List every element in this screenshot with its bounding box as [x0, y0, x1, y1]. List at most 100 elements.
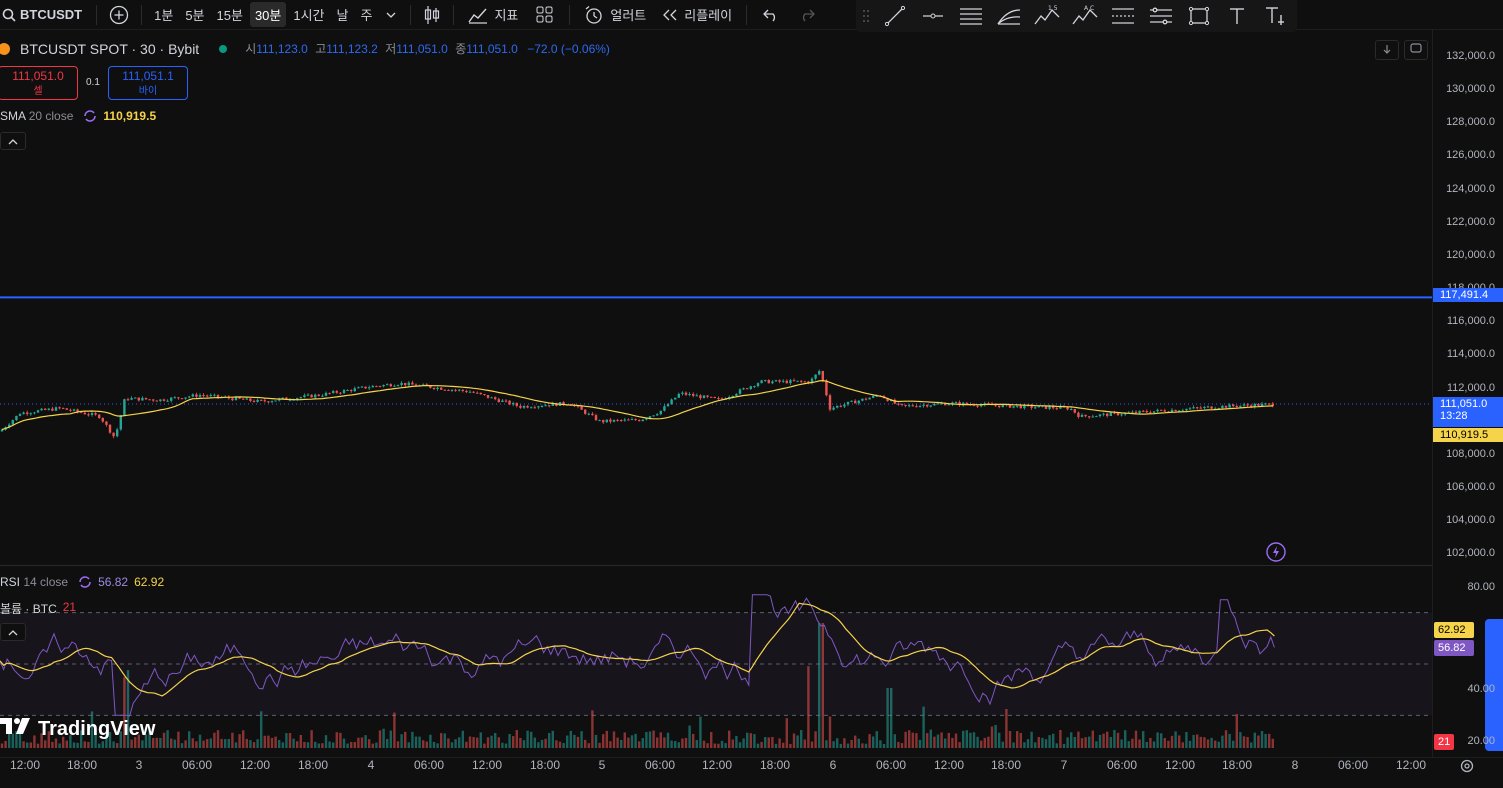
scroll-down-button[interactable] — [1375, 40, 1399, 60]
candle — [360, 385, 364, 388]
volume-bar — [706, 743, 709, 748]
time-tick: 6 — [829, 758, 837, 772]
symbol-search[interactable]: BTCUSDT — [0, 7, 90, 22]
drag-handle-icon[interactable] — [856, 0, 876, 32]
volume-bar — [360, 737, 364, 748]
time-tick: 06:00 — [1106, 758, 1138, 772]
candle — [666, 402, 670, 407]
candle — [191, 393, 194, 398]
collapse-rsi-button[interactable] — [0, 623, 26, 641]
candle-type-icon[interactable] — [417, 5, 447, 25]
candle — [594, 413, 598, 421]
candle — [612, 419, 616, 423]
volume-bar — [904, 731, 907, 748]
volume-legend[interactable]: 볼륨 · BTC 21 — [0, 600, 76, 617]
price-tick: 106,000.0 — [1446, 480, 1495, 493]
compare-plus-icon[interactable] — [103, 5, 135, 25]
candle — [638, 419, 641, 422]
volume-bar — [1217, 741, 1220, 748]
lightning-icon[interactable] — [1266, 542, 1286, 567]
elliott-wave-icon[interactable]: 1 5 — [1028, 0, 1066, 32]
candle — [598, 419, 601, 422]
layouts-grid-icon[interactable] — [526, 6, 563, 23]
buy-button[interactable]: 111,051.1 바이 — [108, 66, 188, 100]
abc-pattern-icon[interactable]: A C — [1066, 0, 1104, 32]
volume-bar — [202, 740, 205, 748]
time-tick: 12:00 — [471, 758, 503, 772]
candle — [1098, 413, 1102, 418]
volume-bar — [778, 738, 781, 748]
volume-bar — [645, 732, 648, 748]
redo-icon[interactable] — [789, 8, 825, 22]
anchored-text-icon[interactable] — [1256, 0, 1294, 32]
rsi-legend[interactable]: RSI 14 close 56.82 62.92 — [0, 575, 164, 589]
volume-bar — [1034, 742, 1037, 748]
candle — [270, 400, 274, 404]
undo-icon[interactable] — [753, 8, 789, 22]
interval-3[interactable]: 30분 — [249, 2, 287, 27]
settings-gear-icon[interactable] — [1459, 758, 1475, 777]
candle — [400, 381, 403, 387]
volume-bar — [533, 737, 536, 748]
candle — [47, 407, 50, 411]
collapse-legend-button[interactable] — [0, 132, 26, 150]
volume-bar — [425, 741, 428, 748]
candle — [753, 385, 756, 389]
rectangle-icon[interactable] — [1180, 0, 1218, 32]
maximize-pane-button[interactable] — [1404, 40, 1428, 60]
interval-5[interactable]: 날 — [332, 2, 354, 27]
sell-button[interactable]: 111,051.0 셀 — [0, 66, 78, 100]
candle — [602, 419, 605, 425]
interval-2[interactable]: 15분 — [212, 2, 248, 27]
candle — [242, 398, 245, 400]
volume-bar — [465, 741, 468, 748]
volume-bar — [620, 739, 623, 748]
volume-bar — [468, 736, 472, 748]
candle — [209, 393, 212, 398]
indicators-button[interactable]: 지표 — [460, 5, 526, 24]
price-tick: 126,000.0 — [1446, 149, 1495, 162]
interval-0[interactable]: 1분 — [149, 2, 178, 27]
close-label: 종 — [455, 42, 467, 56]
search-icon — [2, 8, 16, 22]
volume-bar — [26, 742, 29, 748]
rsi-volume-pane[interactable] — [0, 566, 1432, 757]
candle — [371, 384, 374, 388]
time-axis[interactable]: 12:00 18:00 3 06:00 12:00 18:00 4 06:00 12:00 18:… — [0, 757, 1503, 788]
volume-bar — [1127, 741, 1130, 748]
parallel-channel-icon[interactable] — [952, 0, 990, 32]
sma-legend[interactable]: SMA 20 close 110,919.5 — [0, 109, 156, 123]
interval-6[interactable]: 주 — [355, 2, 377, 27]
svg-text:1 5: 1 5 — [1048, 5, 1058, 12]
replay-button[interactable]: 리플레이 — [654, 5, 740, 24]
volume-bar — [494, 732, 497, 748]
prediction-icon[interactable] — [1142, 0, 1180, 32]
candle — [263, 398, 266, 403]
candle — [998, 405, 1001, 409]
candle — [818, 369, 821, 376]
text-tool-icon[interactable] — [1218, 0, 1256, 32]
pitchfork-icon[interactable] — [990, 0, 1028, 32]
volume-bar — [738, 742, 742, 748]
interval-4[interactable]: 1시간 — [288, 2, 329, 27]
volume-bar — [656, 737, 659, 748]
volume-bar — [879, 740, 882, 748]
sma-name-text: SMA — [0, 109, 26, 123]
candle — [353, 386, 356, 392]
volume-bar — [195, 741, 198, 748]
candle — [1091, 414, 1094, 418]
interval-1[interactable]: 5분 — [180, 2, 209, 27]
chevron-down-icon[interactable] — [378, 12, 404, 18]
volume-bar — [501, 742, 504, 748]
volume-bar — [512, 736, 515, 748]
volume-bar — [695, 740, 698, 748]
volume-bar — [915, 733, 918, 748]
trendline-icon[interactable] — [876, 0, 914, 32]
alert-button[interactable]: 얼러트 — [576, 5, 654, 25]
price-chart[interactable] — [0, 31, 1432, 565]
volume-bar — [177, 731, 180, 748]
horizontal-ray-icon[interactable] — [914, 0, 952, 32]
volume-bar — [555, 740, 558, 748]
projection-icon[interactable] — [1104, 0, 1142, 32]
candle — [447, 389, 450, 391]
